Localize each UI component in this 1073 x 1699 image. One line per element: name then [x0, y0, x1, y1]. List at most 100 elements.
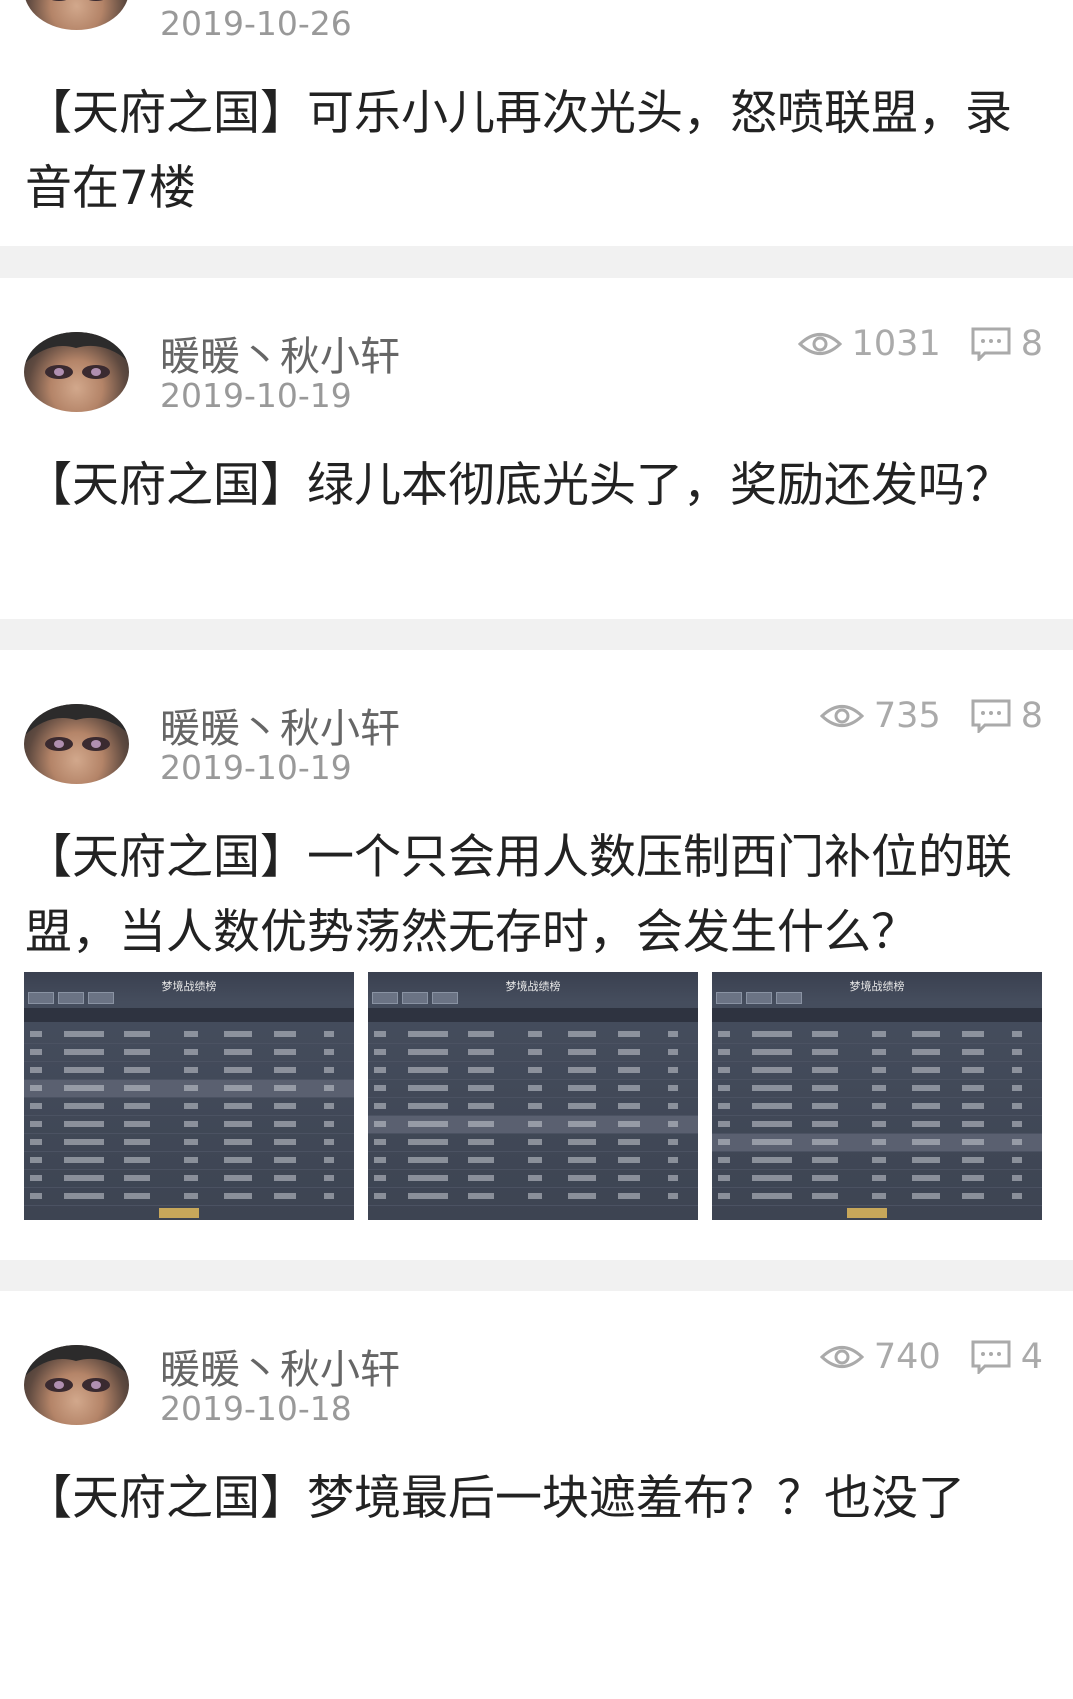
- thumbnail-table-cell: [718, 1175, 730, 1181]
- thumbnail-table-cell: [812, 1067, 838, 1073]
- thumbnail-table-row: [712, 1116, 1042, 1134]
- thumbnail-table-cell: [274, 1031, 296, 1037]
- post-title[interactable]: 【天府之国】绿儿本彻底光头了，奖励还发吗？: [25, 448, 1055, 523]
- post-card[interactable]: 暖暖丶秋小轩 2019-10-18 740 4 【天府之国】梦境最后一块遮羞布？…: [0, 1291, 1073, 1699]
- author-name[interactable]: 暖暖丶秋小轩: [160, 1337, 400, 1395]
- thumbnail-table-cell: [618, 1139, 640, 1145]
- comment-icon[interactable]: [971, 699, 1011, 733]
- thumbnail-table-cell: [872, 1103, 886, 1109]
- thumbnail-table-row: [712, 1188, 1042, 1206]
- thumbnail-table-cell: [64, 1031, 104, 1037]
- thumbnail-table-cell: [224, 1193, 252, 1199]
- avatar[interactable]: [24, 1345, 129, 1425]
- thumbnail-table-cell: [752, 1103, 792, 1109]
- thumbnail-table-cell: [912, 1157, 940, 1163]
- thumbnail-table-cell: [962, 1049, 984, 1055]
- thumbnail-table-cell: [872, 1157, 886, 1163]
- thumbnail-table-cell: [224, 1067, 252, 1073]
- thumbnail-table-row: [24, 1152, 354, 1170]
- eye-icon: [819, 701, 864, 731]
- comment-count: 8: [1020, 324, 1043, 364]
- thumbnail-table-row: [712, 1098, 1042, 1116]
- thumbnail-table-cell: [468, 1103, 494, 1109]
- view-count: 1031: [851, 324, 941, 364]
- thumbnail-table-cell: [324, 1085, 334, 1091]
- thumbnail-table-cell: [374, 1157, 386, 1163]
- author-name[interactable]: 暖暖丶秋小轩: [160, 696, 400, 754]
- thumbnail-table-cell: [224, 1175, 252, 1181]
- post-image-thumbnail[interactable]: 梦境战绩榜: [368, 972, 698, 1220]
- comment-icon[interactable]: [971, 327, 1011, 361]
- thumbnail-table-cell: [872, 1031, 886, 1037]
- thumbnail-table-cell: [618, 1085, 640, 1091]
- post-title[interactable]: 【天府之国】可乐小儿再次光头，怒喷联盟，录音在7楼: [25, 76, 1055, 226]
- thumbnail-table-cell: [324, 1175, 334, 1181]
- post-title[interactable]: 【天府之国】一个只会用人数压制西门补位的联盟，当人数优势荡然无存时，会发生什么？: [25, 820, 1055, 970]
- thumbnail-table-cell: [618, 1157, 640, 1163]
- thumbnail-table-row: [712, 1026, 1042, 1044]
- thumbnail-table-row: [24, 1098, 354, 1116]
- author-name[interactable]: 暖暖丶秋小轩: [160, 324, 400, 382]
- thumbnail-table-cell: [718, 1139, 730, 1145]
- comment-icon[interactable]: [971, 1340, 1011, 1374]
- avatar[interactable]: [24, 0, 129, 30]
- thumbnail-table-cell: [718, 1049, 730, 1055]
- thumbnail-table-cell: [124, 1031, 150, 1037]
- thumbnail-table-cell: [374, 1049, 386, 1055]
- thumbnail-table-row: [368, 1134, 698, 1152]
- thumbnail-table-row: [368, 1116, 698, 1134]
- thumbnail-table-cell: [1012, 1139, 1022, 1145]
- thumbnail-table-cell: [618, 1067, 640, 1073]
- post-image-thumbnail[interactable]: 梦境战绩榜: [24, 972, 354, 1220]
- thumbnail-table-cell: [872, 1139, 886, 1145]
- thumbnail-table-cell: [812, 1175, 838, 1181]
- thumbnail-tab: [28, 992, 54, 1004]
- thumbnail-table-cell: [962, 1157, 984, 1163]
- thumbnail-table-cell: [184, 1193, 198, 1199]
- thumbnail-table-row: [368, 1044, 698, 1062]
- thumbnail-table-cell: [528, 1085, 542, 1091]
- thumbnail-table-cell: [528, 1031, 542, 1037]
- post-card[interactable]: 暖暖丶秋小轩 2019-10-19 1031 8 【天府之国】绿儿本彻底光头了，…: [0, 278, 1073, 619]
- thumbnail-table-cell: [224, 1085, 252, 1091]
- thumbnail-table-cell: [224, 1049, 252, 1055]
- thumbnail-tab: [432, 992, 458, 1004]
- thumbnail-table-cell: [64, 1049, 104, 1055]
- thumbnail-table-cell: [324, 1103, 334, 1109]
- thumbnail-table-cell: [374, 1175, 386, 1181]
- thumbnail-table-cell: [374, 1139, 386, 1145]
- thumbnail-table-cell: [274, 1121, 296, 1127]
- thumbnail-table-cell: [528, 1121, 542, 1127]
- thumbnail-table-cell: [408, 1049, 448, 1055]
- thumbnail-table-cell: [408, 1139, 448, 1145]
- post-date: 2019-10-26: [160, 4, 352, 43]
- thumbnail-table-cell: [30, 1085, 42, 1091]
- thumbnail-table-cell: [668, 1139, 678, 1145]
- thumbnail-table-cell: [872, 1085, 886, 1091]
- thumbnail-table-cell: [568, 1139, 596, 1145]
- post-stats: 740 4: [819, 1335, 1043, 1379]
- thumbnail-table-cell: [274, 1139, 296, 1145]
- post-image-thumbnail[interactable]: 梦境战绩榜: [712, 972, 1042, 1220]
- avatar[interactable]: [24, 332, 129, 412]
- thumbnail-table-cell: [324, 1193, 334, 1199]
- thumbnail-table-cell: [668, 1067, 678, 1073]
- thumbnail-table-row: [368, 1152, 698, 1170]
- post-card[interactable]: 2019-10-26 【天府之国】可乐小儿再次光头，怒喷联盟，录音在7楼: [0, 0, 1073, 246]
- avatar[interactable]: [24, 704, 129, 784]
- thumbnail-table-cell: [374, 1193, 386, 1199]
- thumbnail-table-cell: [274, 1103, 296, 1109]
- thumbnail-table-cell: [872, 1049, 886, 1055]
- thumbnail-table-cell: [184, 1049, 198, 1055]
- thumbnail-table-cell: [528, 1067, 542, 1073]
- comment-count: 4: [1020, 1337, 1043, 1377]
- thumbnail-table-cell: [30, 1175, 42, 1181]
- post-title[interactable]: 【天府之国】梦境最后一块遮羞布？？也没了: [25, 1461, 1055, 1536]
- thumbnail-table-cell: [324, 1121, 334, 1127]
- thumbnail-table-cell: [752, 1157, 792, 1163]
- post-card[interactable]: 暖暖丶秋小轩 2019-10-19 735 8 【天府之国】一个只会用人数压制西…: [0, 650, 1073, 1260]
- thumbnail-table-cell: [962, 1031, 984, 1037]
- thumbnail-table-cell: [568, 1121, 596, 1127]
- thumbnail-table-cell: [568, 1031, 596, 1037]
- thumbnail-table-cell: [912, 1049, 940, 1055]
